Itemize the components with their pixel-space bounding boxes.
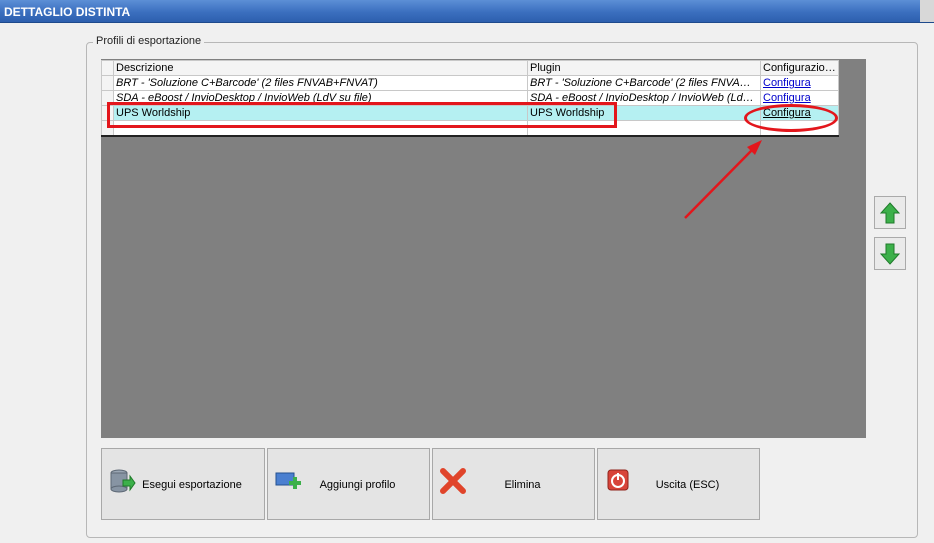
window-edge-button[interactable] <box>920 0 934 22</box>
cell-configurazione: Configura <box>760 75 839 91</box>
cell-descrizione[interactable]: BRT - 'Soluzione C+Barcode' (2 files FNV… <box>113 75 528 91</box>
arrow-down-icon <box>880 243 900 265</box>
exit-button-label: Uscita (ESC) <box>655 479 720 491</box>
add-profile-button-label: Aggiungi profilo <box>319 479 396 491</box>
group-legend: Profili di esportazione <box>93 35 205 47</box>
row-indicator <box>101 75 114 91</box>
window-titlebar: DETTAGLIO DISTINTA <box>0 0 934 23</box>
row-indicator <box>101 90 114 106</box>
cell-configurazione: Configura <box>760 105 839 121</box>
cell-empty[interactable] <box>760 120 839 137</box>
column-header-descrizione[interactable]: Descrizione <box>113 60 528 76</box>
row-indicator <box>101 105 114 121</box>
table-row[interactable]: SDA - eBoost / InvioDesktop / InvioWeb (… <box>101 90 839 106</box>
row-indicator <box>101 120 114 137</box>
cell-configurazione: Configura <box>760 90 839 106</box>
table-row[interactable]: BRT - 'Soluzione C+Barcode' (2 files FNV… <box>101 75 839 91</box>
cell-descrizione[interactable]: SDA - eBoost / InvioDesktop / InvioWeb (… <box>113 90 528 106</box>
grid-header: Descrizione Plugin Configurazione <box>101 60 839 76</box>
window-title: DETTAGLIO DISTINTA <box>4 5 131 19</box>
exit-button[interactable]: Uscita (ESC) <box>597 448 760 520</box>
column-header-configurazione[interactable]: Configurazione <box>760 60 839 76</box>
add-profile-button[interactable]: Aggiungi profilo <box>267 448 430 520</box>
configura-link[interactable]: Configura <box>763 77 811 89</box>
move-down-button[interactable] <box>874 237 906 270</box>
move-up-button[interactable] <box>874 196 906 229</box>
profiles-grid: Descrizione Plugin Configurazione BRT - … <box>101 60 839 137</box>
delete-button-label: Elimina <box>504 479 541 491</box>
export-button[interactable]: Esegui esportazione <box>101 448 265 520</box>
cell-plugin[interactable]: SDA - eBoost / InvioDesktop / InvioWeb (… <box>527 90 761 106</box>
row-indicator-header <box>101 60 114 76</box>
cell-plugin[interactable]: BRT - 'Soluzione C+Barcode' (2 files FNV… <box>527 75 761 91</box>
cell-plugin[interactable]: UPS Worldship <box>527 105 761 121</box>
configura-link[interactable]: Configura <box>763 107 811 119</box>
cell-empty[interactable] <box>527 120 761 137</box>
configura-link[interactable]: Configura <box>763 92 811 104</box>
delete-button[interactable]: Elimina <box>432 448 595 520</box>
table-row-selected[interactable]: UPS Worldship UPS Worldship Configura <box>101 105 839 121</box>
column-header-plugin[interactable]: Plugin <box>527 60 761 76</box>
cell-empty[interactable] <box>113 120 528 137</box>
cell-descrizione[interactable]: UPS Worldship <box>113 105 528 121</box>
table-row-new[interactable] <box>101 120 839 137</box>
arrow-up-icon <box>880 202 900 224</box>
export-button-label: Esegui esportazione <box>142 479 242 491</box>
